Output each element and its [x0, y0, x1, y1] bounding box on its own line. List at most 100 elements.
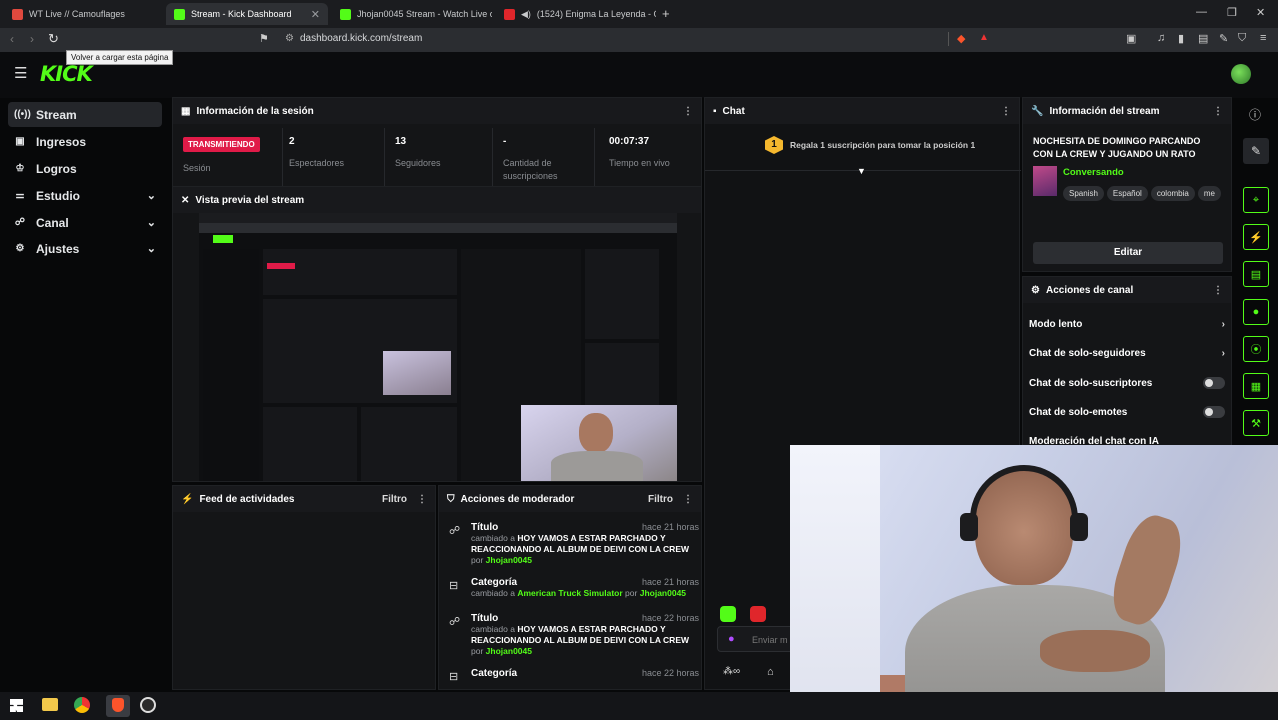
- music-icon[interactable]: ♫: [1157, 32, 1165, 44]
- forward-icon[interactable]: ›: [30, 32, 34, 46]
- tab-label: WT Live // Camouflages: [29, 9, 125, 19]
- more-icon[interactable]: ⋮: [1213, 285, 1223, 296]
- notes-icon[interactable]: ▤: [1243, 261, 1269, 287]
- detail-pre: cambiado a: [471, 533, 515, 543]
- points-icon[interactable]: ⁂∞: [723, 666, 740, 677]
- headset-ear: [960, 513, 978, 541]
- sidebar-item-logros[interactable]: ♔ Logros: [8, 156, 162, 181]
- brave-shield-icon[interactable]: ◆: [957, 32, 965, 45]
- brave-taskbar-active[interactable]: [106, 695, 130, 717]
- back-icon[interactable]: ‹: [10, 32, 14, 46]
- close-window-button[interactable]: ✕: [1256, 6, 1265, 19]
- edit-button[interactable]: Editar: [1033, 242, 1223, 264]
- bookmark-icon[interactable]: ⚑: [259, 32, 269, 45]
- stat-value: 00:07:37: [609, 136, 650, 147]
- stream-preview-video[interactable]: [199, 213, 677, 481]
- close-icon[interactable]: ✕: [311, 8, 320, 21]
- panel-title: Información de la sesión: [196, 105, 314, 117]
- layout-icon[interactable]: ▦: [1243, 373, 1269, 399]
- action-emotes-only[interactable]: Chat de solo-emotes: [1029, 402, 1225, 422]
- username-link[interactable]: Jhojan0045: [640, 588, 686, 598]
- reload-icon[interactable]: ↻: [48, 31, 59, 47]
- sidebar-icon[interactable]: ▮: [1178, 32, 1184, 45]
- category-name[interactable]: Conversando: [1063, 167, 1124, 178]
- lightning-icon[interactable]: ⚡: [1243, 224, 1269, 250]
- action-followers-only[interactable]: Chat de solo-seguidores ›: [1029, 343, 1225, 363]
- more-icon[interactable]: ⋮: [683, 494, 693, 505]
- toggle-switch[interactable]: [1203, 377, 1225, 389]
- browser-tab[interactable]: WT Live // Camouflages: [4, 3, 164, 25]
- pencil-icon[interactable]: ✎: [1243, 138, 1269, 164]
- site-info-icon[interactable]: ⚙: [285, 33, 294, 44]
- hamburger-icon[interactable]: ☰: [14, 64, 27, 82]
- action-label: Modo lento: [1029, 318, 1083, 330]
- obs-icon[interactable]: [140, 697, 156, 713]
- maximize-button[interactable]: ❐: [1227, 6, 1237, 19]
- sliders-icon: ⚌: [15, 190, 25, 201]
- more-icon[interactable]: ⋮: [683, 106, 693, 117]
- shield-icon: ⛉: [447, 493, 455, 505]
- moderator-panel: ⛉ Acciones de moderador Filtro ⋮ ☍ Títul…: [438, 485, 702, 690]
- toggle-switch[interactable]: [1203, 406, 1225, 418]
- sidebar-item-ingresos[interactable]: ▣ Ingresos: [8, 129, 162, 154]
- new-tab-button[interactable]: +: [662, 6, 670, 21]
- sidebar-item-ajustes[interactable]: ⚙ Ajustes ⌄: [8, 236, 162, 261]
- chrome-icon[interactable]: [74, 697, 90, 713]
- file-explorer-icon[interactable]: [42, 698, 58, 711]
- broadcast-icon[interactable]: ⦿: [1243, 336, 1269, 362]
- panel-title: Acciones de moderador: [460, 493, 575, 505]
- wrench-icon[interactable]: ⚒: [1243, 410, 1269, 436]
- emote-icon[interactable]: [750, 606, 766, 622]
- panel-title: Chat: [722, 105, 745, 117]
- action-subscribers-only[interactable]: Chat de solo-suscriptores: [1029, 373, 1225, 393]
- close-icon[interactable]: ✕: [181, 195, 189, 206]
- vpn-icon[interactable]: ⛉: [1238, 32, 1246, 45]
- tag: colombia: [1150, 186, 1195, 201]
- category-thumbnail: [1033, 166, 1057, 196]
- username-link[interactable]: Jhojan0045: [486, 646, 532, 656]
- edit-icon[interactable]: ✎: [1219, 32, 1228, 45]
- action-slow-mode[interactable]: Modo lento ›: [1029, 314, 1225, 334]
- microphone-icon[interactable]: ●: [728, 633, 735, 645]
- category-link[interactable]: American Truck Simulator: [517, 588, 622, 598]
- status-badge: TRANSMITIENDO: [183, 137, 260, 152]
- emote-icon[interactable]: [720, 606, 736, 622]
- more-icon[interactable]: ⋮: [1213, 106, 1223, 117]
- minimize-button[interactable]: —: [1196, 6, 1207, 18]
- windows-start-icon[interactable]: [10, 699, 23, 712]
- username-link[interactable]: Jhojan0045: [486, 555, 532, 565]
- browser-tab[interactable]: Jhojan0045 Stream - Watch Live on K: [332, 3, 492, 25]
- focus-icon[interactable]: ⌖: [1243, 187, 1269, 213]
- panel-title: Acciones de canal: [1045, 284, 1134, 296]
- sidebar-item-canal[interactable]: ☍ Canal ⌄: [8, 210, 162, 235]
- info-icon[interactable]: ⓘ: [1249, 106, 1261, 123]
- chat-bubble-icon[interactable]: ●: [1243, 299, 1269, 325]
- url-field[interactable]: dashboard.kick.com/stream: [300, 33, 422, 44]
- filter-button[interactable]: Filtro: [382, 494, 407, 505]
- brave-icon: [112, 698, 124, 712]
- mod-action-row: ☍ Título hace 21 horas cambiado a HOY VA…: [449, 522, 699, 566]
- chevron-down-icon[interactable]: ▼: [857, 166, 866, 176]
- avatar[interactable]: [1231, 64, 1251, 84]
- tab-label: Jhojan0045 Stream - Watch Live on K: [357, 9, 492, 19]
- menu-icon[interactable]: ≡: [1260, 32, 1266, 44]
- kick-logo[interactable]: KICK: [40, 62, 93, 86]
- filter-button[interactable]: Filtro: [648, 494, 673, 505]
- nested-session: [263, 249, 457, 295]
- wrench-icon: 🔧: [1031, 105, 1044, 117]
- wallet-icon[interactable]: ▤: [1198, 32, 1208, 45]
- extensions-icon[interactable]: ▣: [1126, 32, 1136, 45]
- more-icon[interactable]: ⋮: [417, 494, 427, 505]
- more-icon[interactable]: ⋮: [1001, 106, 1011, 117]
- gift-sub-text[interactable]: Regala 1 suscripción para tomar la posic…: [790, 140, 975, 150]
- stream-info-panel: 🔧 Información del stream ⋮ NOCHESITA DE …: [1022, 97, 1232, 272]
- action-label: Chat de solo-suscriptores: [1029, 377, 1153, 389]
- sidebar-item-estudio[interactable]: ⚌ Estudio ⌄: [8, 183, 162, 208]
- store-icon[interactable]: ⌂: [767, 666, 774, 678]
- browser-tab-active[interactable]: Stream - Kick Dashboard ✕: [166, 3, 328, 25]
- action-ai-moderation[interactable]: Moderación del chat con IA: [1029, 431, 1225, 446]
- browser-tab[interactable]: ◀) (1524) Enigma La Leyenda - Obs ✕: [496, 3, 656, 25]
- sidebar-item-stream[interactable]: ((•)) Stream: [8, 102, 162, 127]
- browser-tab-bar: WT Live // Camouflages Stream - Kick Das…: [0, 0, 1278, 28]
- rewards-icon[interactable]: ▲: [979, 32, 989, 43]
